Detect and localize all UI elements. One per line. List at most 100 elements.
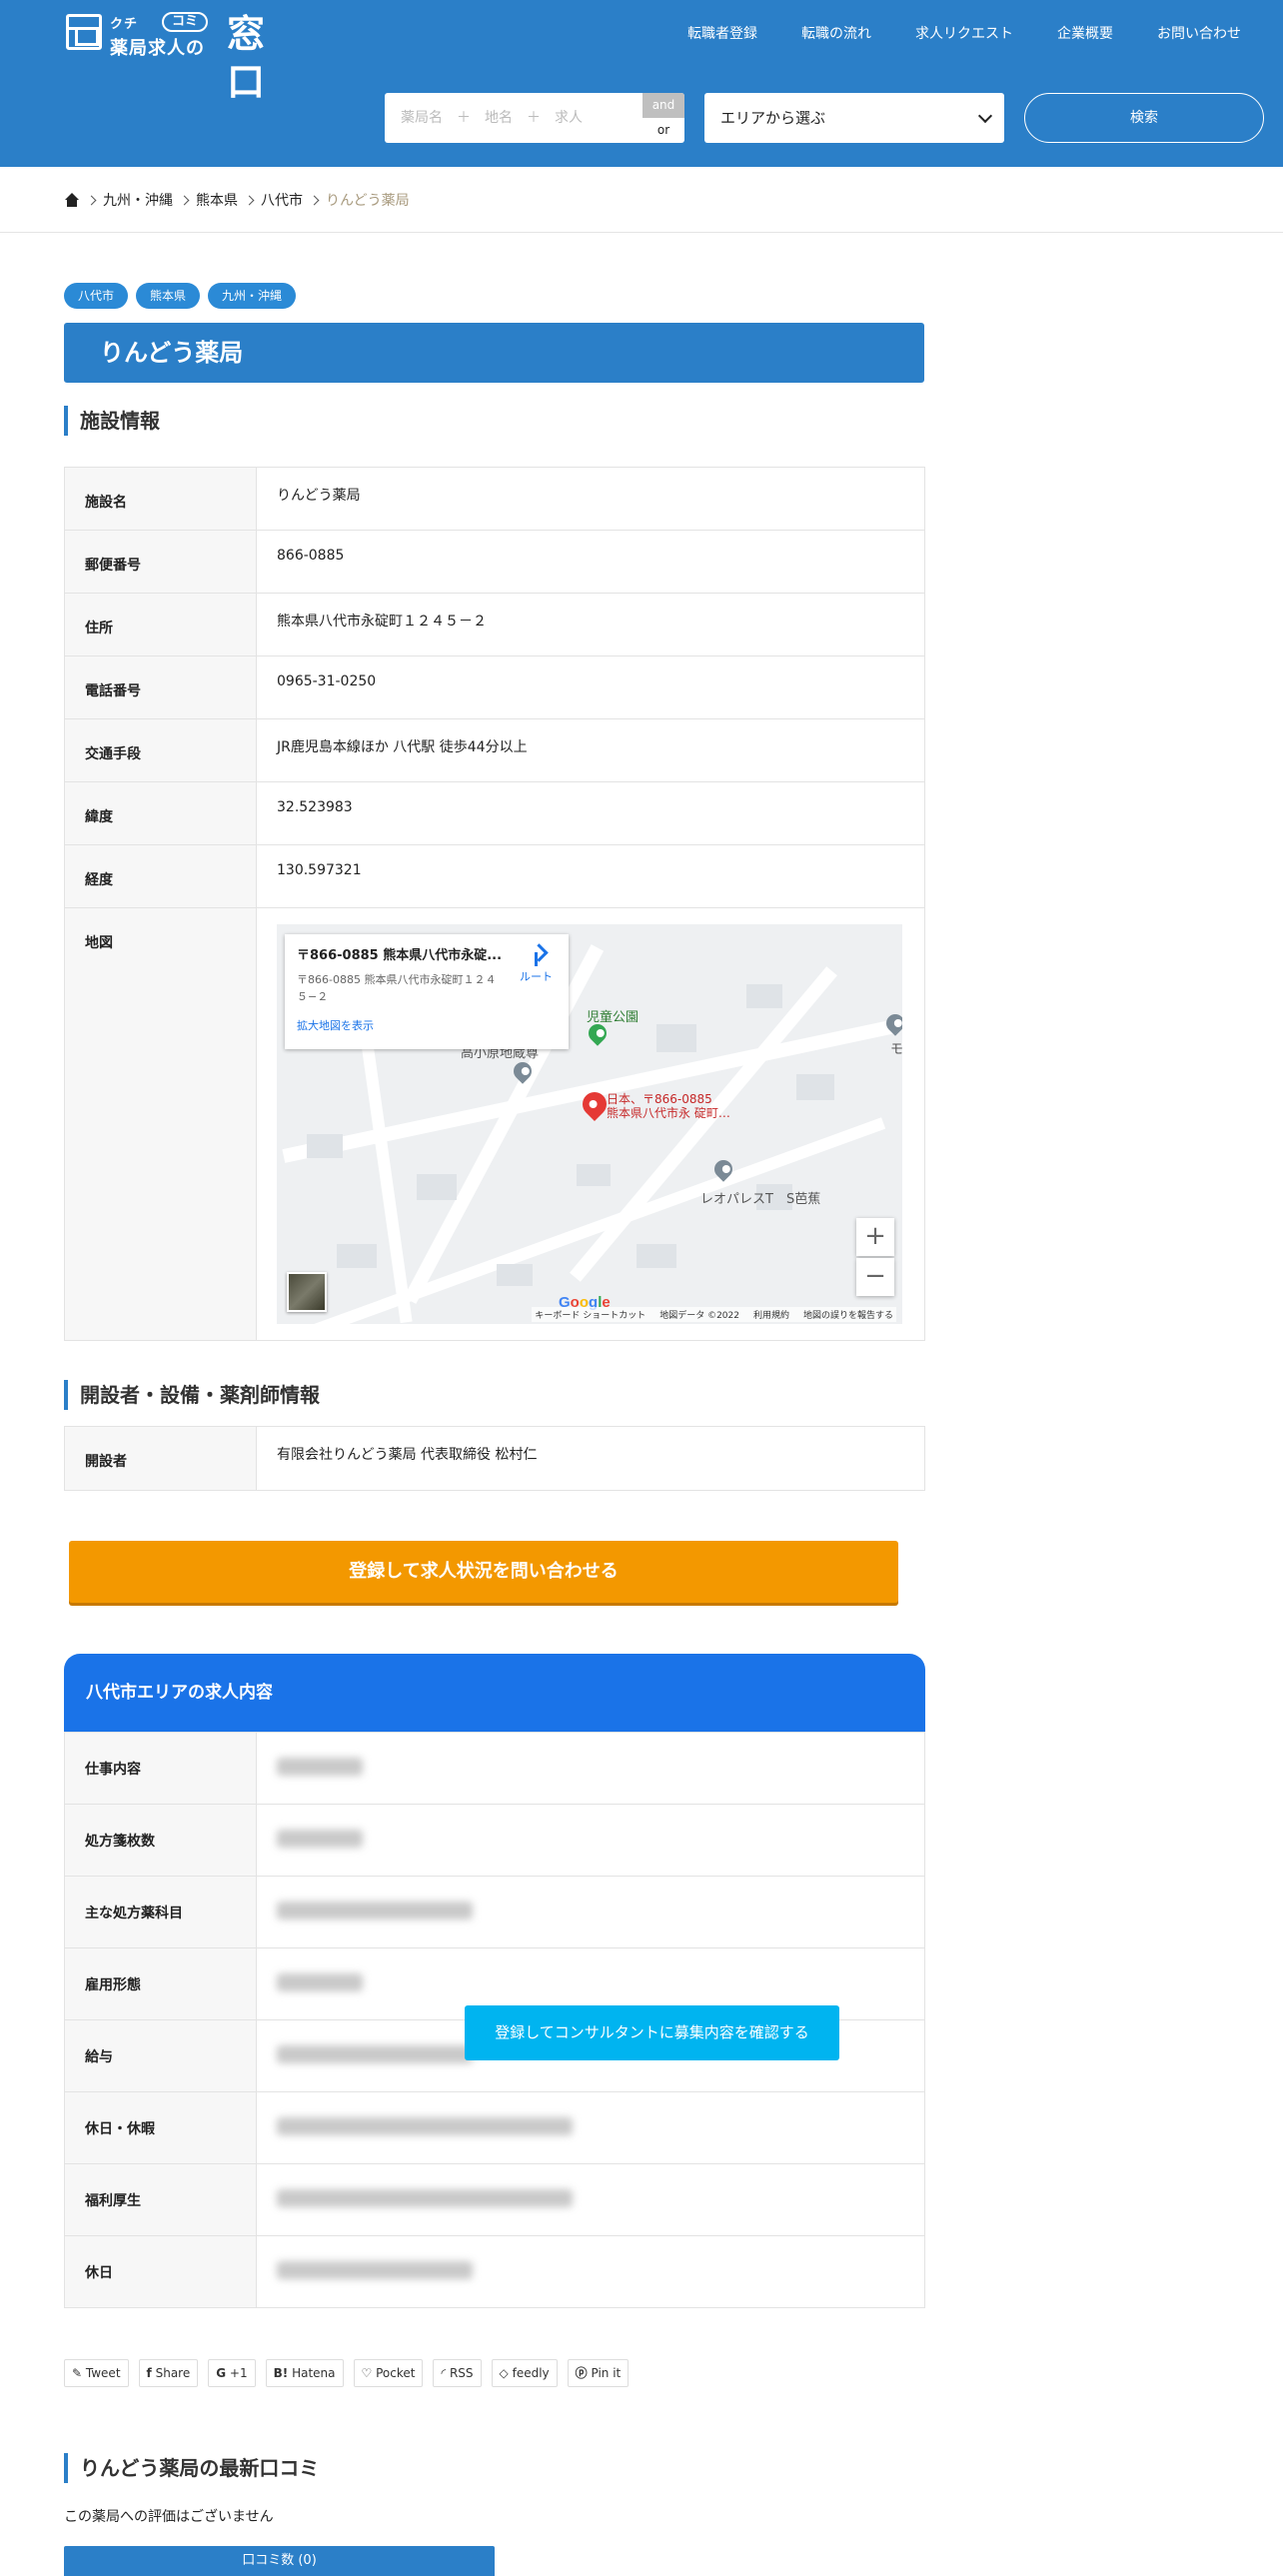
map-attribution: キーボード ショートカット 地図データ ©2022 利用規約 地図の誤りを報告す… — [532, 1307, 896, 1322]
nav-register[interactable]: 転職者登録 — [665, 22, 779, 46]
or-option[interactable]: or — [642, 118, 684, 143]
row-label: 給与 — [64, 2019, 257, 2092]
row-label: 住所 — [64, 593, 257, 656]
tag-list: 八代市 熊本県 九州・沖縄 — [64, 283, 297, 309]
chevron-right-icon — [86, 195, 97, 205]
nav-company[interactable]: 企業概要 — [1035, 22, 1135, 46]
google-plus-button[interactable]: G +1 — [208, 2359, 256, 2387]
nav-request[interactable]: 求人リクエスト — [893, 22, 1035, 46]
row-value: 866-0885 — [256, 530, 925, 594]
larger-map-link[interactable]: 拡大地図を表示 — [297, 1017, 557, 1033]
row-value: 日本、〒866-0885 熊本県八代市永 碇町… 高小原地蔵尊 児童公園 レオパレ… — [256, 907, 925, 1341]
map-building — [307, 1134, 343, 1158]
nav-flow[interactable]: 転職の流れ — [779, 22, 893, 46]
row-label: 仕事内容 — [64, 1732, 257, 1805]
row-label: 交通手段 — [64, 718, 257, 782]
pin-label-line-1: 日本、〒866-0885 — [607, 1092, 712, 1106]
review-count-button[interactable]: 口コミ数 (0) — [64, 2546, 495, 2576]
map-card-address: 〒866-0885 熊本県八代市永碇町１２４５−２ — [297, 973, 497, 1003]
map-building — [497, 1264, 533, 1286]
tag-prefecture[interactable]: 熊本県 — [136, 283, 201, 309]
logo-mark-icon — [66, 14, 102, 50]
pocket-label: Pocket — [376, 2366, 416, 2380]
table-row: 施設名 りんどう薬局 — [64, 467, 925, 531]
logo-small-text: クチ — [110, 17, 139, 32]
logo-badge-text: コミ — [162, 12, 209, 32]
hatena-button[interactable]: B! Hatena — [265, 2359, 344, 2387]
row-value — [256, 1876, 925, 1948]
row-label: 処方箋枚数 — [64, 1804, 257, 1877]
logo-big-text: 窓口 — [227, 12, 266, 104]
blurred-text — [277, 2188, 573, 2207]
map-card-title: 〒866-0885 熊本県八代市永碇... — [297, 948, 503, 963]
pinterest-button[interactable]: ⓟ Pin it — [567, 2359, 630, 2387]
row-label: 休日・休暇 — [64, 2091, 257, 2164]
chevron-right-icon — [179, 195, 190, 205]
row-value — [256, 1732, 925, 1805]
row-value — [256, 2091, 925, 2164]
search-button[interactable]: 検索 — [1024, 93, 1264, 143]
blurred-text — [277, 1972, 363, 1991]
google-map[interactable]: 日本、〒866-0885 熊本県八代市永 碇町… 高小原地蔵尊 児童公園 レオパレ… — [277, 924, 902, 1324]
map-data-label: 地図データ ©2022 — [659, 1311, 739, 1321]
table-row: 住所 熊本県八代市永碇町１２４５－２ — [64, 593, 925, 656]
table-row: 主な処方薬科目 — [64, 1876, 925, 1948]
report-error-link[interactable]: 地図の誤りを報告する — [803, 1308, 893, 1321]
blurred-text — [277, 2044, 473, 2063]
feedly-button[interactable]: ◇ feedly — [491, 2359, 558, 2387]
row-value: 熊本県八代市永碇町１２４５－２ — [256, 593, 925, 656]
search-input[interactable]: 薬局名 ＋ 地名 ＋ 求人 — [385, 93, 642, 143]
hatena-label: Hatena — [292, 2366, 336, 2380]
row-label: 電話番号 — [64, 655, 257, 719]
row-value — [256, 2235, 925, 2308]
and-option[interactable]: and — [642, 93, 684, 118]
plus-one-label: +1 — [229, 2366, 248, 2380]
share-buttons: ✎ Tweet f Share G +1 B! Hatena ♡ Pocket … — [64, 2359, 630, 2387]
chevron-right-icon — [309, 195, 320, 205]
consult-button[interactable]: 登録してコンサルタントに募集内容を確認する — [465, 2005, 839, 2060]
breadcrumb-city[interactable]: 八代市 — [261, 190, 303, 210]
facebook-share-button[interactable]: f Share — [138, 2359, 199, 2387]
satellite-toggle[interactable] — [287, 1272, 327, 1312]
chevron-right-icon — [244, 195, 255, 205]
row-label: 経度 — [64, 844, 257, 908]
row-label: 開設者 — [64, 1426, 257, 1491]
tweet-button[interactable]: ✎ Tweet — [64, 2359, 129, 2387]
table-row: 休日 — [64, 2235, 925, 2308]
breadcrumb-prefecture[interactable]: 熊本県 — [196, 190, 238, 210]
route-button[interactable]: ルート — [520, 946, 553, 984]
site-logo[interactable]: クチ コミ 薬局求人の 窓口 — [66, 10, 266, 104]
hatena-icon: B! — [273, 2366, 289, 2380]
pocket-button[interactable]: ♡ Pocket — [353, 2359, 424, 2387]
facility-heading: 施設情報 — [64, 406, 160, 436]
tweet-label: Tweet — [85, 2366, 121, 2380]
google-plus-icon: G — [216, 2366, 227, 2380]
home-icon[interactable] — [64, 193, 80, 207]
row-label: 主な処方薬科目 — [64, 1876, 257, 1948]
tag-region[interactable]: 九州・沖縄 — [208, 283, 297, 309]
map-building — [577, 1164, 611, 1186]
row-value: りんどう薬局 — [256, 467, 925, 531]
rss-button[interactable]: ◜ RSS — [433, 2359, 482, 2387]
tag-city[interactable]: 八代市 — [64, 283, 129, 309]
pin-it-label: Pin it — [591, 2366, 622, 2380]
breadcrumb-region[interactable]: 九州・沖縄 — [103, 190, 173, 210]
keyboard-shortcuts-link[interactable]: キーボード ショートカット — [535, 1308, 645, 1321]
share-label: Share — [155, 2366, 191, 2380]
zoom-in-button[interactable]: + — [856, 1218, 894, 1256]
terms-link[interactable]: 利用規約 — [753, 1308, 789, 1321]
and-or-toggle[interactable]: and or — [642, 93, 684, 143]
rss-icon: ◜ — [441, 2366, 447, 2380]
nav-contact[interactable]: お問い合わせ — [1135, 22, 1263, 46]
pinterest-icon: ⓟ — [575, 2366, 588, 2380]
row-label: 休日 — [64, 2235, 257, 2308]
pocket-icon: ♡ — [361, 2366, 373, 2380]
area-select-label: エリアから選ぶ — [720, 109, 826, 127]
place-label: レオパレスT S芭蕉 — [700, 1192, 821, 1207]
zoom-out-button[interactable]: − — [856, 1258, 894, 1296]
pin-label: 日本、〒866-0885 熊本県八代市永 碇町… — [607, 1092, 730, 1120]
area-select[interactable]: エリアから選ぶ — [704, 93, 1004, 143]
row-value: 有限会社りんどう薬局 代表取締役 松村仁 — [256, 1426, 925, 1491]
inquiry-button[interactable]: 登録して求人状況を問い合わせる — [69, 1541, 898, 1603]
no-review-text: この薬局への評価はございません — [64, 2509, 274, 2525]
